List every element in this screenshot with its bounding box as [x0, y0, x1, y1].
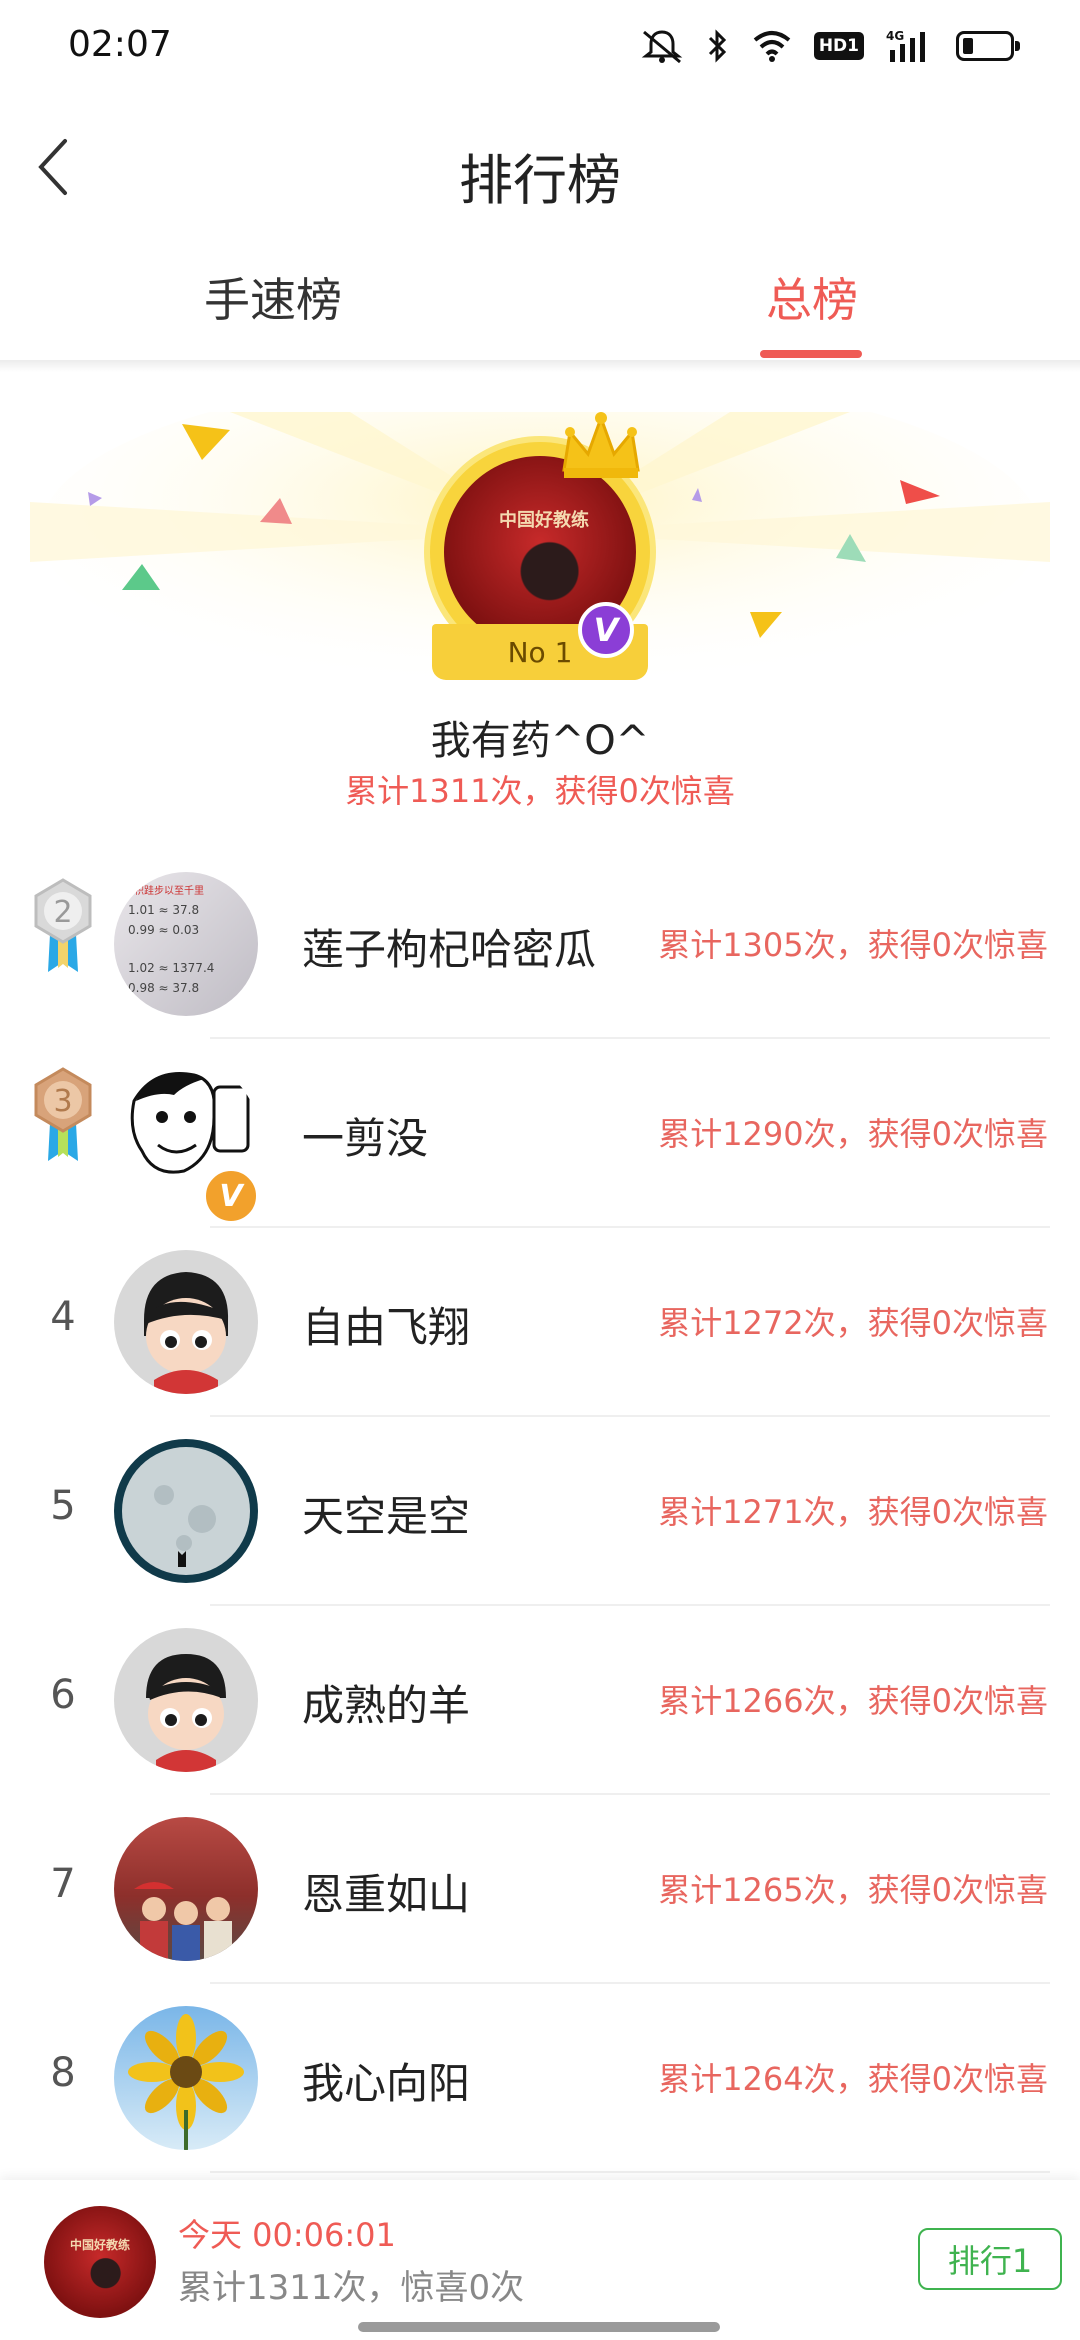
cartoon-girl-image	[144, 1272, 229, 1394]
champion-card[interactable]: 中国好教练 No 1 V 我有药^O^ 累计1311次，获得0次惊喜	[0, 372, 1080, 832]
svg-text:3: 3	[53, 1084, 72, 1119]
hd-icon: HD1	[813, 26, 864, 66]
signal-icon: 4G	[886, 26, 934, 66]
vip-badge-icon: V	[202, 1167, 260, 1225]
tab-total-ranking[interactable]: 总榜	[766, 264, 858, 330]
tab-bar: 手速榜 总榜	[0, 250, 1080, 360]
user-name: 自由飞翔	[302, 1303, 471, 1352]
handwritten-math-image: 1.01 ≈ 37.8 0.99 ≈ 0.03 1.02 ≈ 1377.4 0.…	[128, 884, 214, 995]
wifi-icon	[752, 26, 792, 66]
user-stats: 累计1265次，获得0次惊喜	[658, 1871, 1048, 1909]
active-tab-indicator	[760, 350, 862, 358]
list-item[interactable]: 7 恩重如山 累计1265次，获得0次惊喜	[0, 1795, 1080, 1984]
list-item[interactable]: 2 1.01 ≈ 37.8 0.99 ≈ 0.03 1.02 ≈ 1377.4 …	[0, 850, 1080, 1039]
avatar[interactable]	[114, 1817, 258, 1961]
battery-icon	[956, 26, 1020, 66]
champion-stats: 累计1311次，获得0次惊喜	[345, 772, 735, 810]
tabs-divider	[0, 360, 1080, 372]
sunflower-image	[128, 2014, 244, 2150]
user-stats: 累计1271次，获得0次惊喜	[658, 1493, 1048, 1531]
user-stats: 累计1305次，获得0次惊喜	[658, 926, 1048, 964]
avatar[interactable]	[114, 1628, 258, 1772]
vip-badge-icon: V	[578, 602, 634, 658]
rank-number: 5	[50, 1483, 76, 1529]
champion-name: 我有药^O^	[430, 718, 650, 764]
user-stats: 累计1272次，获得0次惊喜	[658, 1304, 1048, 1342]
avatar[interactable]	[114, 1250, 258, 1394]
user-stats: 累计1266次，获得0次惊喜	[658, 1682, 1048, 1720]
svg-text:4G: 4G	[886, 29, 904, 43]
status-bar: 02:07 HD1 4G	[0, 0, 1080, 96]
my-rank-bar: 中国好教练 今天 00:06:01 累计1311次，惊喜0次 排行1	[0, 2180, 1080, 2340]
ranking-list: 2 1.01 ≈ 37.8 0.99 ≈ 0.03 1.02 ≈ 1377.4 …	[0, 850, 1080, 2173]
user-stats: 累计1264次，获得0次惊喜	[658, 2060, 1048, 2098]
user-name: 我心向阳	[302, 2059, 471, 2108]
list-item[interactable]: 4 自由飞翔 累计1272次，获得0次惊喜	[0, 1228, 1080, 1417]
my-stats: 累计1311次，惊喜0次	[178, 2268, 525, 2308]
bluetooth-icon	[706, 26, 730, 66]
home-indicator[interactable]	[358, 2322, 720, 2332]
silver-medal-icon: 2	[34, 878, 92, 972]
svg-text:0.99 ≈ 0.03: 0.99 ≈ 0.03	[128, 923, 199, 937]
my-avatar-banner: 中国好教练	[69, 2238, 130, 2252]
svg-text:1.01 ≈ 37.8: 1.01 ≈ 37.8	[128, 903, 199, 917]
user-name: 一剪没	[302, 1114, 429, 1163]
moon-image	[122, 1447, 250, 1575]
svg-text:2: 2	[53, 895, 72, 930]
user-name: 莲子枸杞哈密瓜	[302, 925, 597, 974]
svg-text:积跬步以至千里: 积跬步以至千里	[134, 884, 204, 897]
avatar[interactable]	[114, 2006, 258, 2150]
my-rank-button[interactable]: 排行1	[918, 2228, 1062, 2290]
my-avatar[interactable]: 中国好教练	[44, 2206, 156, 2318]
list-item[interactable]: 5 天空是空 累计1271次，获得0次惊喜	[0, 1417, 1080, 1606]
user-name: 恩重如山	[302, 1870, 471, 1919]
page-title: 排行榜	[459, 149, 621, 212]
user-name: 天空是空	[302, 1492, 471, 1541]
crown-icon	[562, 412, 640, 478]
user-stats: 累计1290次，获得0次惊喜	[658, 1115, 1048, 1153]
status-time: 02:07	[68, 24, 172, 65]
champion-avatar-banner: 中国好教练	[499, 510, 589, 531]
crowd-photo-image	[134, 1882, 232, 1961]
rank-number: 6	[50, 1672, 76, 1718]
rank-number: 8	[50, 2050, 76, 2096]
svg-text:0.98 ≈ 37.8: 0.98 ≈ 37.8	[128, 981, 199, 995]
svg-text:1.02 ≈ 1377.4: 1.02 ≈ 1377.4	[128, 961, 214, 975]
status-icons: HD1 4G	[640, 26, 1020, 66]
list-item[interactable]: 3 V 一剪没 累计1290次，获得0次惊喜	[0, 1039, 1080, 1228]
mute-icon	[640, 26, 684, 66]
avatar[interactable]: 1.01 ≈ 37.8 0.99 ≈ 0.03 1.02 ≈ 1377.4 0.…	[114, 872, 258, 1016]
tab-speed-ranking[interactable]: 手速榜	[204, 264, 342, 330]
list-item[interactable]: 8 我心向阳 累计1264次，获得0次惊喜	[0, 1984, 1080, 2173]
rank-number: 4	[50, 1294, 76, 1340]
rank-number: 7	[50, 1861, 76, 1907]
list-item[interactable]: 6 成熟的羊 累计1266次，获得0次惊喜	[0, 1606, 1080, 1795]
bronze-medal-icon: 3	[34, 1067, 92, 1161]
header: 排行榜	[0, 96, 1080, 246]
today-duration: 今天 00:06:01	[178, 2216, 396, 2254]
user-name: 成熟的羊	[302, 1681, 471, 1730]
cartoon-boy-image	[146, 1654, 226, 1772]
avatar[interactable]	[114, 1439, 258, 1583]
